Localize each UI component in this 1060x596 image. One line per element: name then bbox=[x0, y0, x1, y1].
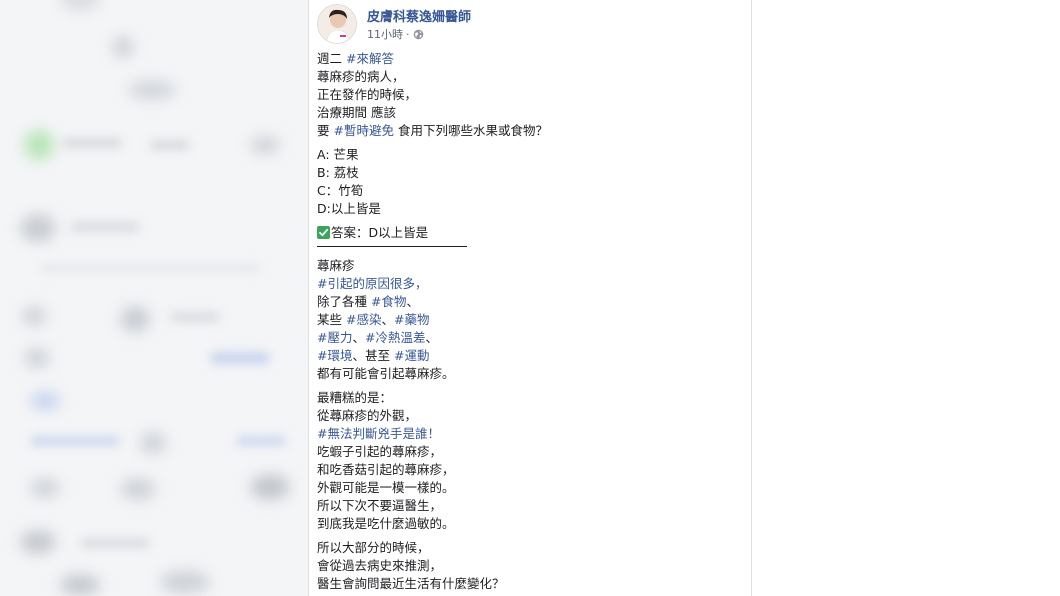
hashtag-link[interactable]: #藥物 bbox=[394, 312, 429, 327]
hashtag-link[interactable]: #環境 bbox=[317, 348, 352, 363]
hashtag-link[interactable]: #感染 bbox=[346, 312, 381, 327]
hashtag-link[interactable]: #暫時避免 bbox=[333, 123, 393, 138]
section3-line-3[interactable]: #無法判斷兇手是誰！ bbox=[317, 425, 745, 443]
section2-line-3: 除了各種 #食物、 bbox=[317, 294, 419, 309]
section2-line-5: #壓力、#冷熱溫差、 bbox=[317, 330, 438, 345]
hashtag-link[interactable]: #運動 bbox=[394, 348, 429, 363]
section2-line-1: 蕁麻疹 bbox=[317, 258, 355, 273]
post-header: 皮膚科蔡逸姍醫師 11小時 · bbox=[317, 4, 737, 44]
option-c: C：竹筍 bbox=[317, 183, 364, 198]
section3-line-5: 和吃香菇引起的蕁麻疹， bbox=[317, 462, 455, 477]
section2-line-6: #環境、甚至 #運動 bbox=[317, 348, 430, 363]
hashtag-link[interactable]: #食物 bbox=[371, 294, 406, 309]
option-d: D:以上皆是 bbox=[317, 201, 381, 216]
intro-line-4: 治療期間 應該 bbox=[317, 105, 396, 120]
section3-line-4: 吃蝦子引起的蕁麻疹， bbox=[317, 444, 443, 459]
intro-line-3: 正在發作的時候， bbox=[317, 87, 418, 102]
section3-line-1: 最糟糕的是： bbox=[317, 390, 393, 405]
intro-line-2: 蕁麻疹的病人， bbox=[317, 69, 405, 84]
section3-line-6: 外觀可能是一模一樣的。 bbox=[317, 480, 455, 495]
meta-separator: · bbox=[406, 27, 410, 41]
divider-line bbox=[317, 246, 467, 247]
option-b: B: 荔枝 bbox=[317, 165, 359, 180]
avatar[interactable] bbox=[317, 4, 357, 44]
section3-line-2: 從蕁麻疹的外觀， bbox=[317, 408, 418, 423]
section2-line-7: 都有可能會引起蕁麻疹。 bbox=[317, 366, 455, 381]
section3-line-8: 到底我是吃什麼過敏的。 bbox=[317, 516, 455, 531]
check-mark-icon bbox=[317, 226, 330, 239]
intro-line-1: 週二 #來解答 bbox=[317, 51, 394, 66]
blurred-background bbox=[0, 0, 308, 596]
section2-line-4: 某些 #感染、#藥物 bbox=[317, 312, 430, 327]
section3-line-7: 所以下次不要逼醫生， bbox=[317, 498, 443, 513]
avatar-image bbox=[318, 5, 356, 43]
hashtag-link[interactable]: #來解答 bbox=[346, 51, 394, 66]
answer-line: 答案：D以上皆是 bbox=[317, 224, 745, 242]
post-time[interactable]: 11小時 bbox=[367, 26, 403, 42]
section4-line-1: 所以大部分的時候， bbox=[317, 540, 430, 555]
hashtag-link[interactable]: #冷熱溫差 bbox=[365, 330, 425, 345]
blank-area bbox=[752, 0, 1060, 596]
option-a: A: 芒果 bbox=[317, 147, 359, 162]
post-body: 週二 #來解答 蕁麻疹的病人， 正在發作的時候， 治療期間 應該 要 #暫時避免… bbox=[317, 50, 745, 593]
author-name[interactable]: 皮膚科蔡逸姍醫師 bbox=[367, 6, 471, 25]
section4-line-3: 醫生會詢問最近生活有什麼變化？ bbox=[317, 576, 505, 591]
intro-line-5: 要 #暫時避免 食用下列哪些水果或食物？ bbox=[317, 123, 548, 138]
globe-icon[interactable] bbox=[413, 29, 424, 40]
section2-line-2[interactable]: #引起的原因很多， bbox=[317, 275, 745, 293]
hashtag-link[interactable]: #壓力 bbox=[317, 330, 352, 345]
facebook-post: 皮膚科蔡逸姍醫師 11小時 · 週二 #來解答 蕁麻疹的病人， 正在發作的時候，… bbox=[308, 0, 752, 596]
section4-line-2: 會從過去病史來推測， bbox=[317, 558, 443, 573]
post-meta: 11小時 · bbox=[367, 26, 424, 42]
